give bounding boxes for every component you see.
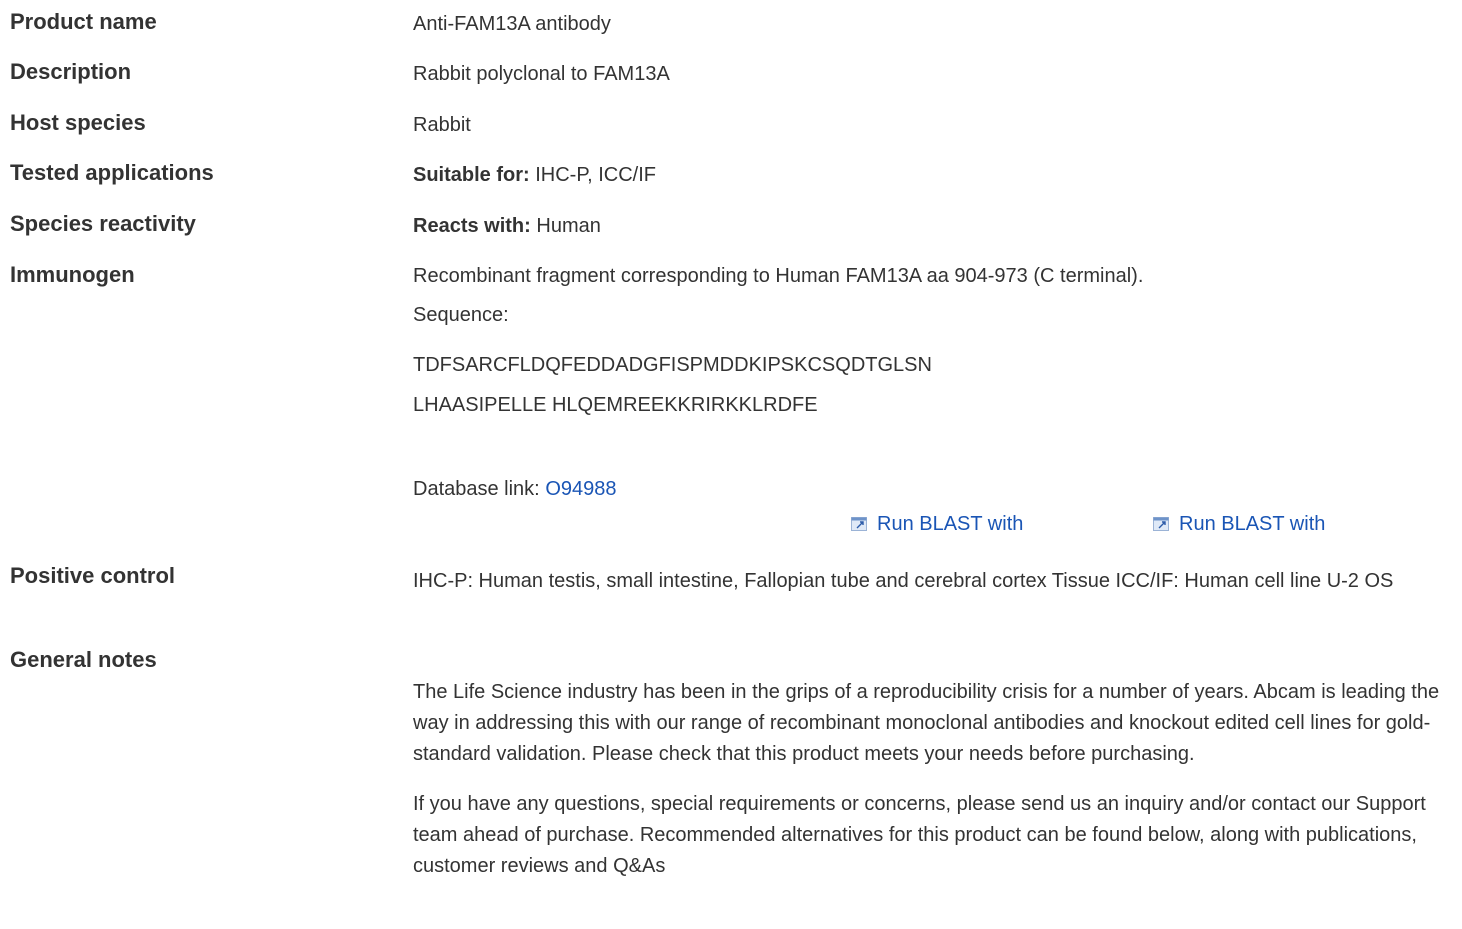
- species-reactivity-value: Reacts with: Human: [413, 211, 1453, 241]
- description-value: Rabbit polyclonal to FAM13A: [413, 63, 670, 85]
- database-link-row: Database link: O94988: [413, 474, 1453, 504]
- immunogen-label: Immunogen: [10, 262, 135, 287]
- external-link-icon: [1153, 517, 1169, 531]
- positive-control-label: Positive control: [10, 563, 176, 588]
- database-link-label: Database link:: [413, 478, 540, 500]
- positive-control-text: IHC-P: Human testis, small intestine, Fa…: [413, 570, 1394, 592]
- host-species-label: Host species: [10, 110, 146, 135]
- description-label: Description: [10, 59, 132, 84]
- general-notes-value: The Life Science industry has been in th…: [413, 677, 1453, 882]
- host-species-value: Rabbit: [413, 114, 471, 136]
- tested-applications-value: Suitable for: IHC-P, ICC/IF: [413, 160, 1453, 190]
- sequence-line2: LHAASIPELLE HLQEMREEKKRIRKKLRDFE: [413, 394, 818, 416]
- general-notes-para2: If you have any questions, special requi…: [413, 793, 1426, 877]
- database-link[interactable]: O94988: [545, 478, 616, 500]
- run-blast-link-2[interactable]: Run BLAST with: [1153, 509, 1325, 539]
- tested-applications-text: IHC-P, ICC/IF: [535, 164, 656, 186]
- reacts-with-prefix: Reacts with:: [413, 215, 531, 237]
- tested-applications-label: Tested applications: [10, 160, 214, 185]
- sequence-label: Sequence:: [413, 304, 509, 326]
- general-notes-para1: The Life Science industry has been in th…: [413, 681, 1440, 765]
- run-blast-label-2: Run BLAST with: [1179, 513, 1326, 535]
- external-link-icon: [851, 517, 867, 531]
- species-reactivity-label: Species reactivity: [10, 211, 196, 236]
- suitable-for-prefix: Suitable for:: [413, 164, 530, 186]
- product-name-label: Product name: [10, 9, 157, 34]
- product-name-value: Anti-FAM13A antibody: [413, 13, 611, 35]
- species-reactivity-text: Human: [536, 215, 601, 237]
- run-blast-link-1[interactable]: Run BLAST with: [851, 509, 1023, 539]
- run-blast-label-1: Run BLAST with: [877, 513, 1024, 535]
- sequence-line1: TDFSARCFLDQFEDDADGFISPMDDKIPSKCSQDTGLSN: [413, 354, 932, 376]
- immunogen-line1: Recombinant fragment corresponding to Hu…: [413, 265, 1144, 287]
- positive-control-value: IHC-P: Human testis, small intestine, Fa…: [413, 566, 1453, 597]
- general-notes-label: General notes: [10, 647, 157, 672]
